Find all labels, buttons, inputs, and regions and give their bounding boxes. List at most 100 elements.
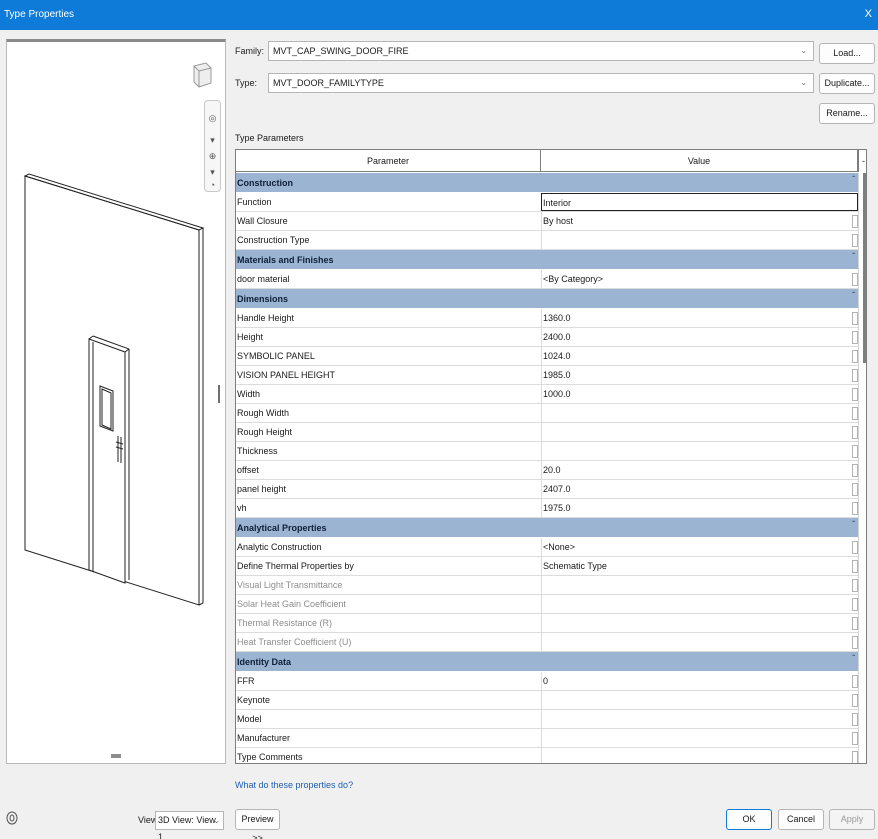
parameter-row[interactable]: Rough Width: [236, 404, 858, 423]
chevron-down-icon[interactable]: ▾: [207, 135, 218, 146]
parameter-name: Manufacturer: [237, 733, 291, 743]
scrollbar-thumb[interactable]: [863, 173, 866, 363]
steering-wheel-icon[interactable]: ◎: [207, 113, 218, 124]
parameter-row[interactable]: Keynote: [236, 691, 858, 710]
group-header[interactable]: Dimensions ˆ: [236, 289, 858, 309]
chevron-down-icon[interactable]: ⌄: [213, 812, 220, 829]
parameter-row[interactable]: vh 1975.0: [236, 499, 858, 518]
parameter-row[interactable]: Heat Transfer Coefficient (U): [236, 633, 858, 652]
parameter-row[interactable]: Thermal Resistance (R): [236, 614, 858, 633]
parameter-value[interactable]: <None>: [541, 538, 858, 556]
group-header[interactable]: Construction ˆ: [236, 173, 858, 193]
parameter-row[interactable]: door material <By Category>: [236, 270, 858, 289]
parameter-name: Visual Light Transmittance: [237, 580, 343, 590]
rename-button[interactable]: Rename...: [819, 103, 875, 124]
preview-resize-grip[interactable]: [111, 754, 121, 758]
chevron-down-icon[interactable]: ▾: [207, 167, 218, 178]
value-column-header[interactable]: Value: [541, 150, 858, 172]
parameter-row[interactable]: panel height 2407.0: [236, 480, 858, 499]
parameter-row[interactable]: Construction Type: [236, 231, 858, 250]
parameter-value[interactable]: [541, 729, 858, 747]
collapse-icon[interactable]: ˆ: [852, 286, 855, 306]
apply-button[interactable]: Apply: [829, 809, 875, 830]
parameter-row[interactable]: Analytic Construction <None>: [236, 538, 858, 557]
parameter-value: [541, 633, 858, 651]
parameter-name: Construction Type: [237, 235, 310, 245]
parameter-value[interactable]: [541, 423, 858, 441]
parameter-row[interactable]: Wall Closure By host: [236, 212, 858, 231]
preview-button[interactable]: Preview >>: [235, 809, 280, 839]
type-parameters-grid[interactable]: Parameter Value - Construction ˆ Function I…: [235, 149, 867, 764]
group-header[interactable]: Identity Data ˆ: [236, 652, 858, 672]
family-combo[interactable]: MVT_CAP_SWING_DOOR_FIRE ⌄: [268, 41, 814, 61]
duplicate-button[interactable]: Duplicate...: [819, 73, 875, 94]
parameter-row[interactable]: Manufacturer: [236, 729, 858, 748]
type-parameters-label: Type Parameters: [235, 133, 304, 143]
parameter-row[interactable]: Model: [236, 710, 858, 729]
pane-splitter[interactable]: [218, 385, 220, 403]
parameter-value[interactable]: <By Category>: [541, 270, 858, 288]
parameter-value[interactable]: Interior: [541, 193, 858, 211]
group-header[interactable]: Materials and Finishes ˆ: [236, 250, 858, 270]
parameter-value[interactable]: 1975.0: [541, 499, 858, 517]
type-combo[interactable]: MVT_DOOR_FAMILYTYPE ⌄: [268, 73, 814, 93]
parameter-value[interactable]: [541, 748, 858, 763]
parameter-value[interactable]: Schematic Type: [541, 557, 858, 575]
parameter-row[interactable]: FFR 0: [236, 672, 858, 691]
preview-pane[interactable]: ◎ ▾ ⊕ ▾ ◔: [6, 39, 226, 764]
close-button[interactable]: X: [865, 8, 872, 20]
parameter-row[interactable]: Solar Heat Gain Coefficient: [236, 595, 858, 614]
parameter-name: door material: [237, 274, 290, 284]
parameter-row[interactable]: Rough Height: [236, 423, 858, 442]
ok-button[interactable]: OK: [726, 809, 772, 830]
parameter-row[interactable]: Handle Height 1360.0: [236, 309, 858, 328]
parameter-value[interactable]: 1024.0: [541, 347, 858, 365]
parameter-value[interactable]: 0: [541, 672, 858, 690]
parameter-row[interactable]: Height 2400.0: [236, 328, 858, 347]
parameter-value[interactable]: 1000.0: [541, 385, 858, 403]
parameter-row[interactable]: Width 1000.0: [236, 385, 858, 404]
parameter-row[interactable]: Visual Light Transmittance: [236, 576, 858, 595]
navigation-bar[interactable]: ◎ ▾ ⊕ ▾ ◔: [204, 100, 221, 192]
parameter-value[interactable]: 1985.0: [541, 366, 858, 384]
parameter-value[interactable]: [541, 710, 858, 728]
collapse-icon[interactable]: ˆ: [852, 170, 855, 190]
cancel-button[interactable]: Cancel: [778, 809, 824, 830]
collapse-icon[interactable]: ˆ: [852, 247, 855, 267]
collapse-all-button[interactable]: -: [858, 150, 866, 172]
parameter-value[interactable]: 20.0: [541, 461, 858, 479]
parameter-value[interactable]: [541, 691, 858, 709]
parameter-name: Define Thermal Properties by: [237, 561, 354, 571]
parameter-value[interactable]: By host: [541, 212, 858, 230]
parameter-value[interactable]: 2400.0: [541, 328, 858, 346]
parameter-row[interactable]: VISION PANEL HEIGHT 1985.0: [236, 366, 858, 385]
parameter-value[interactable]: [541, 442, 858, 460]
view-select[interactable]: 3D View: View 1 ⌄: [155, 811, 224, 839]
group-header[interactable]: Analytical Properties ˆ: [236, 518, 858, 538]
parameter-row[interactable]: Thickness: [236, 442, 858, 461]
grid-scrollbar[interactable]: [858, 173, 866, 763]
parameter-value[interactable]: [541, 231, 858, 249]
help-link[interactable]: What do these properties do?: [235, 780, 353, 790]
orbit-icon[interactable]: ◔: [207, 180, 218, 191]
collapse-icon[interactable]: ˆ: [852, 649, 855, 669]
parameter-name: FFR: [237, 676, 255, 686]
parameter-column-header[interactable]: Parameter: [236, 150, 541, 172]
help-icon[interactable]: [6, 811, 18, 825]
parameter-row[interactable]: Function Interior: [236, 193, 858, 212]
parameter-row[interactable]: offset 20.0: [236, 461, 858, 480]
viewcube[interactable]: [191, 61, 213, 91]
parameter-value[interactable]: 2407.0: [541, 480, 858, 498]
parameter-value-text: 2407.0: [543, 484, 571, 494]
parameter-value[interactable]: 1360.0: [541, 309, 858, 327]
zoom-icon[interactable]: ⊕: [207, 151, 218, 162]
chevron-down-icon[interactable]: ⌄: [800, 42, 807, 60]
parameter-value[interactable]: [541, 404, 858, 422]
chevron-down-icon[interactable]: ⌄: [800, 74, 807, 92]
parameter-row[interactable]: Type Comments: [236, 748, 858, 763]
collapse-icon[interactable]: ˆ: [852, 515, 855, 535]
view-select-value: 3D View: View 1: [158, 815, 216, 839]
parameter-row[interactable]: Define Thermal Properties by Schematic Ty…: [236, 557, 858, 576]
load-button[interactable]: Load...: [819, 43, 875, 64]
parameter-row[interactable]: SYMBOLIC PANEL 1024.0: [236, 347, 858, 366]
